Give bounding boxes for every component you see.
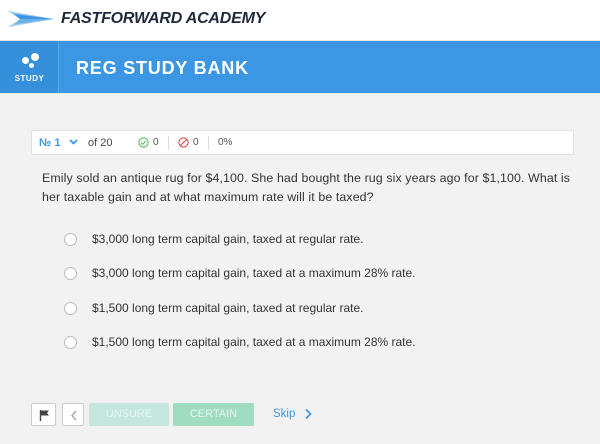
incorrect-count: 0 — [193, 137, 199, 148]
answer-choice-label[interactable]: $1,500 long term capital gain, taxed at … — [92, 301, 364, 315]
certain-button[interactable]: CERTAIN — [173, 403, 254, 426]
radio-button[interactable] — [64, 302, 77, 315]
divider — [208, 136, 209, 150]
correct-count: 0 — [153, 137, 159, 148]
answer-choice-label[interactable]: $3,000 long term capital gain, taxed at … — [92, 232, 364, 246]
question-text: Emily sold an antique rug for $4,100. Sh… — [42, 171, 571, 204]
previous-button[interactable] — [62, 403, 84, 426]
flag-icon — [39, 410, 49, 421]
radio-button[interactable] — [64, 233, 77, 246]
chevron-down-icon[interactable] — [68, 136, 79, 147]
unsure-button[interactable]: UNSURE — [89, 403, 169, 426]
answer-choice-label[interactable]: $1,500 long term capital gain, taxed at … — [92, 335, 416, 349]
ban-circle-icon — [178, 137, 189, 148]
check-circle-icon — [138, 137, 149, 148]
radio-button[interactable] — [64, 336, 77, 349]
score-percent: 0% — [218, 137, 233, 148]
brand-name-part2: FORWARD — [101, 10, 183, 27]
app-header: STUDY REG STUDY BANK — [0, 41, 600, 93]
chevron-left-icon — [70, 410, 77, 421]
skip-link[interactable]: Skip — [273, 408, 295, 420]
logo-icon — [8, 11, 54, 27]
radio-button[interactable] — [64, 267, 77, 280]
question-total: of 20 — [88, 137, 113, 149]
question-status-bar: № 1 of 20 0 0 0% — [31, 130, 574, 155]
brand-name-part1: FAST — [61, 10, 102, 27]
brand-bar: FASTFORWARD ACADEMY — [0, 0, 600, 41]
study-dots-icon — [22, 53, 40, 69]
page-title: REG STUDY BANK — [76, 58, 249, 78]
study-tab-label: STUDY — [14, 74, 45, 83]
brand-name-part3: ACADEMY — [182, 10, 266, 27]
study-tab[interactable]: STUDY — [0, 41, 59, 93]
answer-choice-label[interactable]: $3,000 long term capital gain, taxed at … — [92, 266, 416, 280]
flag-button[interactable] — [31, 403, 56, 426]
chevron-right-icon[interactable] — [303, 407, 313, 421]
divider — [168, 136, 169, 150]
brand-name[interactable]: FASTFORWARD ACADEMY — [61, 10, 265, 28]
question-number[interactable]: № 1 — [39, 137, 60, 149]
